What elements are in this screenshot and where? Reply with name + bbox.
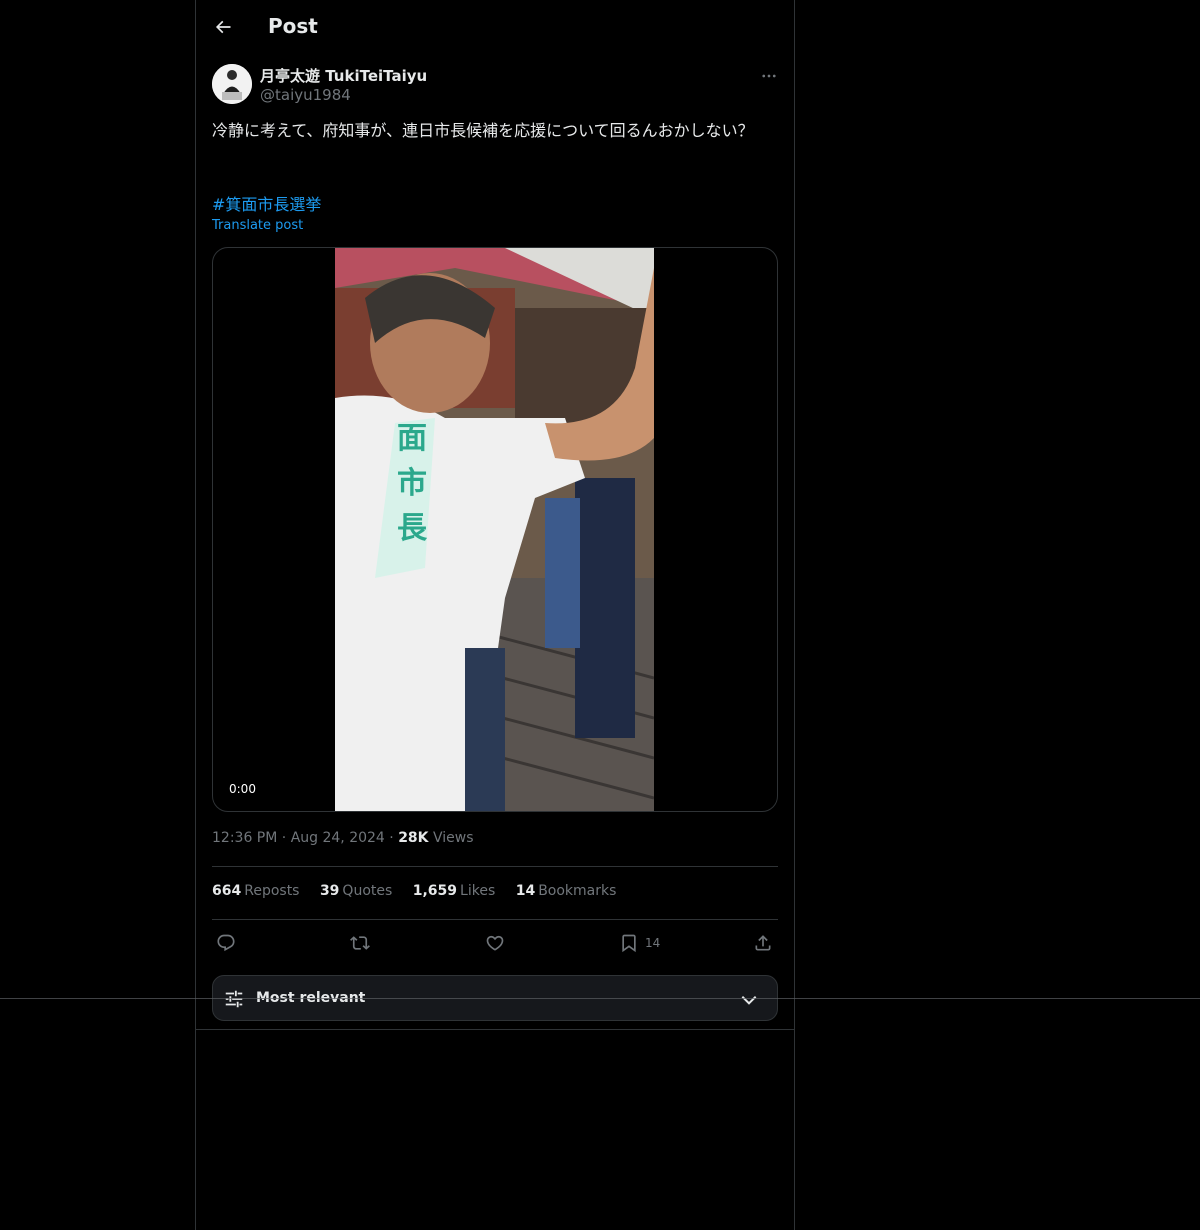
post-time[interactable]: 12:36 PM [212,830,277,846]
back-button[interactable] [208,12,238,42]
reply-icon [217,934,235,952]
bookmark-icon [622,934,636,953]
bookmarks-count: 14 [515,883,536,899]
views-count: 28K [398,830,429,846]
chevron-down-icon [741,995,757,1005]
more-icon [762,74,776,78]
likes-label: Likes [460,883,496,899]
svg-text:長: 長 [397,511,428,546]
section-divider [196,1029,794,1030]
bookmark-count: 14 [645,936,661,950]
more-button[interactable] [758,66,780,86]
likes-stat[interactable]: 1,659 Likes [413,883,496,899]
video-frame[interactable]: 面 市 長 [335,248,654,812]
quotes-count: 39 [319,883,340,899]
back-arrow-icon [215,20,231,34]
meta-separator: · [281,830,287,846]
repost-button[interactable] [350,930,370,956]
reposts-label: Reposts [244,883,300,899]
reposts-stat[interactable]: 664 Reposts [212,883,299,899]
svg-text:市: 市 [397,466,427,501]
video-player[interactable]: 面 市 長 0:00 [212,247,778,812]
meta-separator: · [389,830,394,846]
bookmarks-label: Bookmarks [538,883,617,899]
page-title: Post [268,14,318,38]
sliders-icon [225,990,243,1008]
bookmark-button[interactable]: 14 [619,930,660,956]
share-button[interactable] [753,930,773,956]
repost-icon [350,936,370,950]
bookmarks-stat[interactable]: 14 Bookmarks [516,883,617,899]
translate-post-link[interactable]: Translate post [212,218,303,233]
author-name[interactable]: 月亭太遊 TukiTeiTaiyu [260,65,427,86]
avatar-image [212,64,252,104]
overlay-guide-line [0,998,1200,999]
post-text: 冷静に考えて、府知事が、連日市長候補を応援について回るんおかしない？ [212,121,754,140]
divider [212,866,778,867]
post-meta: 12:36 PM · Aug 24, 2024 · 28K Views [212,830,474,846]
svg-text:面: 面 [397,421,427,456]
like-button[interactable] [485,930,505,956]
post-date[interactable]: Aug 24, 2024 [291,830,385,846]
reply-button[interactable] [216,930,236,956]
quotes-label: Quotes [342,883,393,899]
avatar[interactable] [212,64,252,104]
views-label: Views [432,830,474,846]
header: Post [196,0,794,54]
share-icon [755,935,771,951]
video-timestamp: 0:00 [229,782,256,796]
quotes-stat[interactable]: 39 Quotes [320,883,392,899]
reposts-count: 664 [212,883,242,899]
hashtag-link[interactable]: #箕面市長選挙 [212,191,321,215]
engagement-stats: 664 Reposts 39 Quotes 1,659 Likes 14 Bookmar… [212,883,632,899]
author-handle[interactable]: @taiyu1984 [260,86,351,104]
divider [212,919,778,920]
main-column: Post 月亭太遊 TukiTeiTaiyu @taiyu1984 冷静に考えて… [195,0,795,1230]
like-icon [486,935,504,951]
likes-count: 1,659 [412,883,458,899]
